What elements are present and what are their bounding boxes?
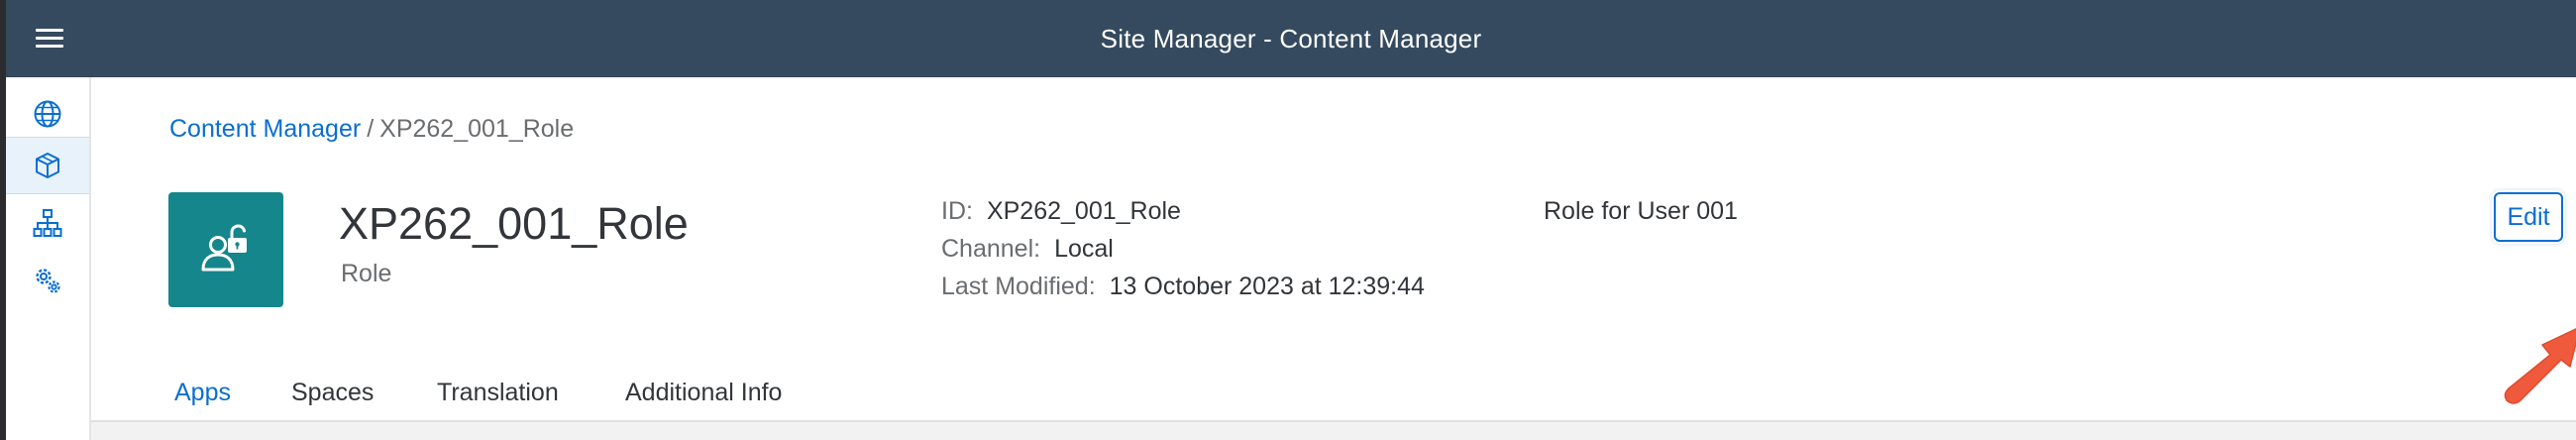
last-modified-value: 13 October 2023 at 12:39:44	[1109, 273, 1425, 300]
tab-apps-label: Apps	[174, 379, 231, 406]
id-value: XP262_001_Role	[986, 197, 1181, 225]
tab-additional-info-label: Additional Info	[625, 379, 783, 406]
breadcrumb-link-content-manager[interactable]: Content Manager	[169, 115, 361, 143]
content-area-top-edge	[91, 420, 2576, 440]
channel-label: Channel:	[941, 235, 1041, 263]
breadcrumb-separator: /	[367, 115, 375, 143]
attribute-list: ID: XP262_001_Role Channel: Local Last Mod…	[941, 192, 1425, 305]
side-navigation	[6, 77, 91, 440]
attribute-last-modified: Last Modified: 13 October 2023 at 12:39:4…	[941, 268, 1425, 305]
page-title: XP262_001_Role	[339, 198, 689, 249]
role-avatar	[168, 192, 283, 307]
edit-button[interactable]: Edit	[2494, 192, 2563, 242]
channel-value: Local	[1054, 235, 1114, 263]
last-modified-label: Last Modified:	[941, 273, 1096, 300]
id-label: ID:	[941, 197, 973, 225]
breadcrumb: Content Manager / XP262_001_Role	[169, 113, 574, 145]
tab-translation-label: Translation	[437, 379, 559, 406]
main-content: Content Manager / XP262_001_Role XP262_001…	[91, 77, 2576, 440]
nav-item-content-manager[interactable]	[6, 137, 89, 194]
shell-bar: Site Manager - Content Manager	[6, 0, 2576, 77]
breadcrumb-current: XP262_001_Role	[379, 115, 575, 143]
globe-icon	[34, 100, 61, 128]
nav-item-hierarchy[interactable]	[6, 194, 89, 252]
object-type-subtitle: Role	[341, 260, 392, 287]
settings-gears-icon	[36, 269, 60, 293]
cube-icon	[36, 153, 59, 178]
role-description: Role for User 001	[1544, 197, 1738, 225]
annotation-arrow-icon	[2504, 328, 2576, 404]
attribute-channel: Channel: Local	[941, 230, 1425, 268]
role-unlock-icon	[201, 224, 247, 272]
nav-item-settings[interactable]	[6, 252, 89, 309]
hierarchy-icon	[33, 209, 62, 237]
app-title: Site Manager - Content Manager	[1100, 24, 1482, 54]
attribute-id: ID: XP262_001_Role	[941, 192, 1425, 230]
nav-item-sites[interactable]	[6, 85, 89, 143]
tab-spaces-label: Spaces	[291, 379, 375, 406]
